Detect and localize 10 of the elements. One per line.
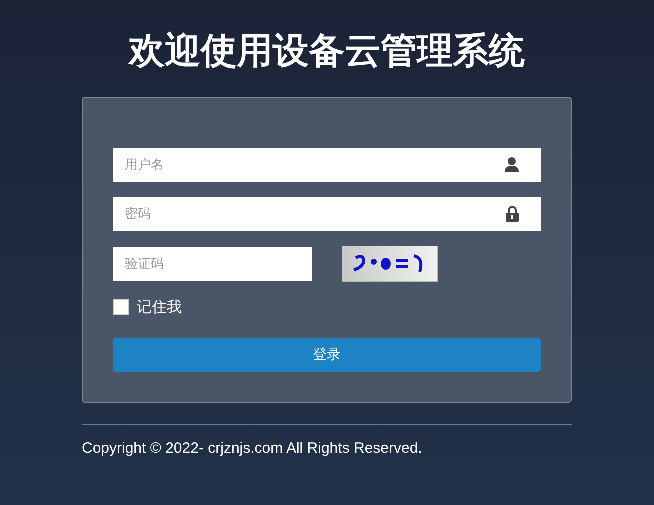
user-icon <box>505 157 519 172</box>
remember-label: 记住我 <box>137 298 182 316</box>
lock-icon <box>506 206 519 222</box>
username-field[interactable]: 用户名 <box>113 148 541 182</box>
login-button[interactable]: 登录 <box>113 338 541 372</box>
captcha-field[interactable]: 验证码 <box>113 247 312 281</box>
page-title: 欢迎使用设备云管理系统 <box>129 30 525 74</box>
password-field[interactable]: 密码 <box>113 197 541 231</box>
remember-checkbox[interactable] <box>113 299 129 315</box>
copyright-text: Copyright © 2022- crjznjs.com All Rights Reserved. <box>82 440 424 457</box>
